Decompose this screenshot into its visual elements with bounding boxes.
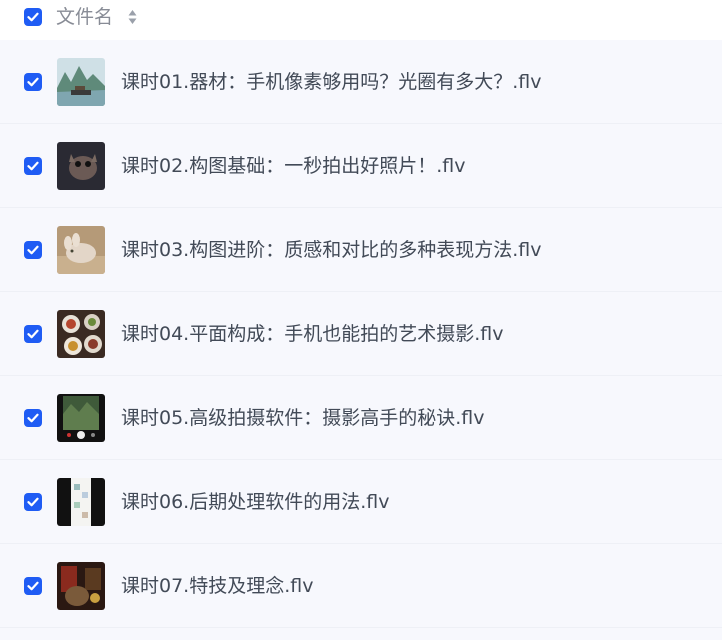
- file-name[interactable]: 课时06.后期处理软件的用法.flv: [121, 489, 389, 515]
- row-checkbox[interactable]: [24, 325, 42, 343]
- row-checkbox[interactable]: [24, 73, 42, 91]
- file-row[interactable]: 课时04.平面构成：手机也能拍的艺术摄影.flv: [0, 292, 722, 376]
- video-thumbnail[interactable]: [57, 226, 105, 274]
- file-list: 课时01.器材：手机像素够用吗？光圈有多大？.flv 课时02.构图基础：一秒拍…: [0, 40, 722, 628]
- file-name[interactable]: 课时01.器材：手机像素够用吗？光圈有多大？.flv: [121, 69, 541, 95]
- row-checkbox[interactable]: [24, 241, 42, 259]
- file-name[interactable]: 课时07.特技及理念.flv: [121, 573, 313, 599]
- file-name[interactable]: 课时04.平面构成：手机也能拍的艺术摄影.flv: [121, 321, 503, 347]
- file-name[interactable]: 课时05.高级拍摄软件：摄影高手的秘诀.flv: [121, 405, 484, 431]
- video-thumbnail[interactable]: [57, 58, 105, 106]
- video-thumbnail[interactable]: [57, 142, 105, 190]
- file-name[interactable]: 课时02.构图基础：一秒拍出好照片！.flv: [121, 153, 465, 179]
- file-row[interactable]: 课时05.高级拍摄软件：摄影高手的秘诀.flv: [0, 376, 722, 460]
- video-thumbnail[interactable]: [57, 562, 105, 610]
- file-name[interactable]: 课时03.构图进阶：质感和对比的多种表现方法.flv: [121, 237, 541, 263]
- checkmark-icon: [27, 581, 39, 591]
- file-list-header: 文件名: [0, 0, 722, 40]
- row-checkbox[interactable]: [24, 577, 42, 595]
- checkmark-icon: [27, 413, 39, 423]
- file-row[interactable]: 课时07.特技及理念.flv: [0, 544, 722, 628]
- checkmark-icon: [27, 77, 39, 87]
- video-thumbnail[interactable]: [57, 310, 105, 358]
- file-row[interactable]: 课时06.后期处理软件的用法.flv: [0, 460, 722, 544]
- checkmark-icon: [27, 161, 39, 171]
- checkmark-icon: [27, 12, 39, 22]
- sort-icon[interactable]: [128, 9, 137, 25]
- filename-column-header[interactable]: 文件名: [56, 4, 113, 30]
- row-checkbox[interactable]: [24, 157, 42, 175]
- checkmark-icon: [27, 245, 39, 255]
- file-row[interactable]: 课时03.构图进阶：质感和对比的多种表现方法.flv: [0, 208, 722, 292]
- row-checkbox[interactable]: [24, 409, 42, 427]
- file-row[interactable]: 课时02.构图基础：一秒拍出好照片！.flv: [0, 124, 722, 208]
- video-thumbnail[interactable]: [57, 478, 105, 526]
- video-thumbnail[interactable]: [57, 394, 105, 442]
- file-row[interactable]: 课时01.器材：手机像素够用吗？光圈有多大？.flv: [0, 40, 722, 124]
- select-all-checkbox[interactable]: [24, 8, 42, 26]
- checkmark-icon: [27, 497, 39, 507]
- row-checkbox[interactable]: [24, 493, 42, 511]
- checkmark-icon: [27, 329, 39, 339]
